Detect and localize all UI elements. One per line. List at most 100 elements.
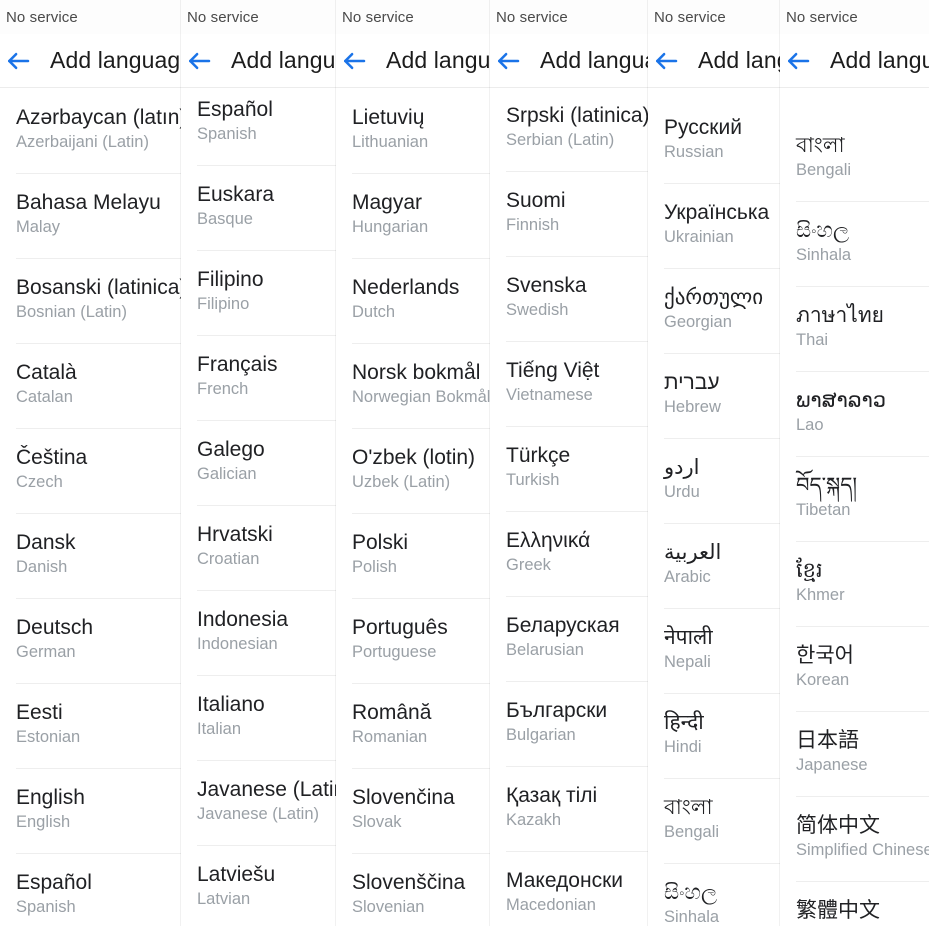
language-list-item[interactable]: O'zbek (lotin) Uzbek (Latin) xyxy=(336,429,490,514)
language-list-item[interactable]: Slovenščina Slovenian xyxy=(336,854,490,926)
language-list-item[interactable]: བོད་སྐད། Tibetan xyxy=(780,457,929,542)
language-screen-panel: No service Add language Español Spanish Eusk… xyxy=(181,0,336,926)
language-list-item[interactable]: Українська Ukrainian xyxy=(648,184,780,269)
language-list-item[interactable]: Bahasa Melayu Malay xyxy=(0,174,181,259)
app-bar: Add language xyxy=(490,34,648,88)
language-list-item[interactable]: עברית Hebrew xyxy=(648,354,780,439)
language-english-name: Polish xyxy=(352,557,397,576)
language-list-item[interactable]: Português Portuguese xyxy=(336,599,490,684)
language-list-item[interactable]: नेपाली Nepali xyxy=(648,609,780,694)
language-list-item[interactable]: සිංහල Sinhala xyxy=(780,202,929,287)
language-list-item[interactable]: English English xyxy=(0,769,181,854)
language-list[interactable]: Srpski (latinica) Serbian (Latin) Suomi Fin… xyxy=(490,87,648,926)
language-list-item[interactable]: Polski Polish xyxy=(336,514,490,599)
language-list[interactable]: Lietuvių Lithuanian Magyar Hungarian Nederla… xyxy=(336,89,490,926)
language-list-item[interactable]: اردو Urdu xyxy=(648,439,780,524)
language-list-item[interactable]: Bosanski (latinica) Bosnian (Latin) xyxy=(0,259,181,344)
language-list-item[interactable]: Svenska Swedish xyxy=(490,257,648,342)
language-list-item[interactable]: العربية Arabic xyxy=(648,524,780,609)
language-english-name: Filipino xyxy=(197,294,250,313)
language-list-item[interactable]: Hrvatski Croatian xyxy=(181,506,336,591)
language-list[interactable]: Español Spanish Euskara Basque Filipino Filip… xyxy=(181,81,336,926)
language-list[interactable]: Русский Russian Українська Ukrainian ქართული… xyxy=(648,99,780,926)
language-native-name: Polski xyxy=(352,531,409,554)
language-list-item[interactable]: Deutsch German xyxy=(0,599,181,684)
language-list[interactable]: বাংলা Bengali සිංහල Sinhala ภาษาไทย Thai ພາສາລ… xyxy=(780,117,929,926)
language-list-item[interactable]: Dansk Danish xyxy=(0,514,181,599)
language-list-item[interactable]: Suomi Finnish xyxy=(490,172,648,257)
language-list-item[interactable]: Nederlands Dutch xyxy=(336,259,490,344)
status-bar-service-label: No service xyxy=(187,8,259,26)
language-list-item[interactable]: Türkçe Turkish xyxy=(490,427,648,512)
arrow-left-icon[interactable] xyxy=(336,43,372,79)
language-list-item[interactable]: Norsk bokmål Norwegian Bokmål xyxy=(336,344,490,429)
language-list-item[interactable]: Français French xyxy=(181,336,336,421)
language-native-name: Nederlands xyxy=(352,276,460,299)
language-list-item[interactable]: Română Romanian xyxy=(336,684,490,769)
language-list-item[interactable]: 简体中文 Simplified Chinese xyxy=(780,797,929,882)
language-list-item[interactable]: Galego Galician xyxy=(181,421,336,506)
language-list-item[interactable]: Filipino Filipino xyxy=(181,251,336,336)
language-list-item[interactable]: Čeština Czech xyxy=(0,429,181,514)
arrow-left-icon[interactable] xyxy=(490,43,526,79)
language-native-name: Latviešu xyxy=(197,863,276,886)
status-bar-service-label: No service xyxy=(496,8,568,26)
language-english-name: Serbian (Latin) xyxy=(506,130,615,149)
language-list-item[interactable]: Ελληνικά Greek xyxy=(490,512,648,597)
language-list-item[interactable]: বাংলা Bengali xyxy=(648,779,780,864)
language-list-item[interactable]: ខ្មែរ Khmer xyxy=(780,542,929,627)
language-list-item[interactable]: 繁體中文Traditional Chinese xyxy=(780,882,929,926)
language-list-item[interactable]: Euskara Basque xyxy=(181,166,336,251)
language-english-name: Belarusian xyxy=(506,640,584,659)
status-bar-service-label: No service xyxy=(342,8,414,26)
arrow-left-icon[interactable] xyxy=(0,43,36,79)
language-english-name: Sinhala xyxy=(664,907,720,926)
arrow-left-icon[interactable] xyxy=(648,43,684,79)
language-native-name: Lietuvių xyxy=(352,106,425,129)
language-list-item[interactable]: Español Spanish xyxy=(181,81,336,166)
language-list-item[interactable]: Tiếng Việt Vietnamese xyxy=(490,342,648,427)
language-english-name: Ukrainian xyxy=(664,227,734,246)
language-list-item[interactable]: हिन्दी Hindi xyxy=(648,694,780,779)
app-bar: Add language xyxy=(648,34,780,88)
language-list-item[interactable]: Magyar Hungarian xyxy=(336,174,490,259)
language-native-name: 繁體中文 xyxy=(796,899,880,922)
status-bar: No service xyxy=(336,0,490,34)
language-list-item[interactable]: Indonesia Indonesian xyxy=(181,591,336,676)
language-native-name: Javanese (Latin) xyxy=(197,778,336,801)
language-list-item[interactable]: සිංහල Sinhala xyxy=(648,864,780,926)
language-list-item[interactable]: Български Bulgarian xyxy=(490,682,648,767)
language-list-item[interactable]: বাংলা Bengali xyxy=(780,117,929,202)
language-native-name: Қазақ тілі xyxy=(506,784,598,807)
language-list-item[interactable]: 日本語 Japanese xyxy=(780,712,929,797)
language-list-item[interactable]: ພາສາລາວ Lao xyxy=(780,372,929,457)
language-list-item[interactable]: Беларуская Belarusian xyxy=(490,597,648,682)
language-list[interactable]: Azərbaycan (latın) Azerbaijani (Latin) Bah… xyxy=(0,89,181,926)
language-native-name: Norsk bokmål xyxy=(352,361,481,384)
language-list-item[interactable]: Español Spanish xyxy=(0,854,181,926)
language-english-name: Nepali xyxy=(664,652,711,671)
language-list-item[interactable]: Català Catalan xyxy=(0,344,181,429)
language-list-item[interactable]: Қазақ тілі Kazakh xyxy=(490,767,648,852)
language-english-name: Lao xyxy=(796,415,824,434)
arrow-left-icon[interactable] xyxy=(181,43,217,79)
language-list-item[interactable]: ქართული Georgian xyxy=(648,269,780,354)
language-list-item[interactable]: Македонски Macedonian xyxy=(490,852,648,926)
language-english-name: Danish xyxy=(16,557,68,576)
language-english-name: Malay xyxy=(16,217,61,236)
language-list-item[interactable]: ภาษาไทย Thai xyxy=(780,287,929,372)
language-list-item[interactable]: Slovenčina Slovak xyxy=(336,769,490,854)
language-english-name: Georgian xyxy=(664,312,732,331)
language-native-name: Български xyxy=(506,699,608,722)
language-list-item[interactable]: Русский Russian xyxy=(648,99,780,184)
language-list-item[interactable]: Srpski (latinica) Serbian (Latin) xyxy=(490,87,648,172)
language-list-item[interactable]: Javanese (Latin) Javanese (Latin) xyxy=(181,761,336,846)
language-list-item[interactable]: Eesti Estonian xyxy=(0,684,181,769)
language-english-name: Croatian xyxy=(197,549,260,568)
arrow-left-icon[interactable] xyxy=(780,43,816,79)
language-list-item[interactable]: Italiano Italian xyxy=(181,676,336,761)
language-list-item[interactable]: Azərbaycan (latın) Azerbaijani (Latin) xyxy=(0,89,181,174)
language-list-item[interactable]: Lietuvių Lithuanian xyxy=(336,89,490,174)
language-list-item[interactable]: Latviešu Latvian xyxy=(181,846,336,926)
language-list-item[interactable]: 한국어 Korean xyxy=(780,627,929,712)
